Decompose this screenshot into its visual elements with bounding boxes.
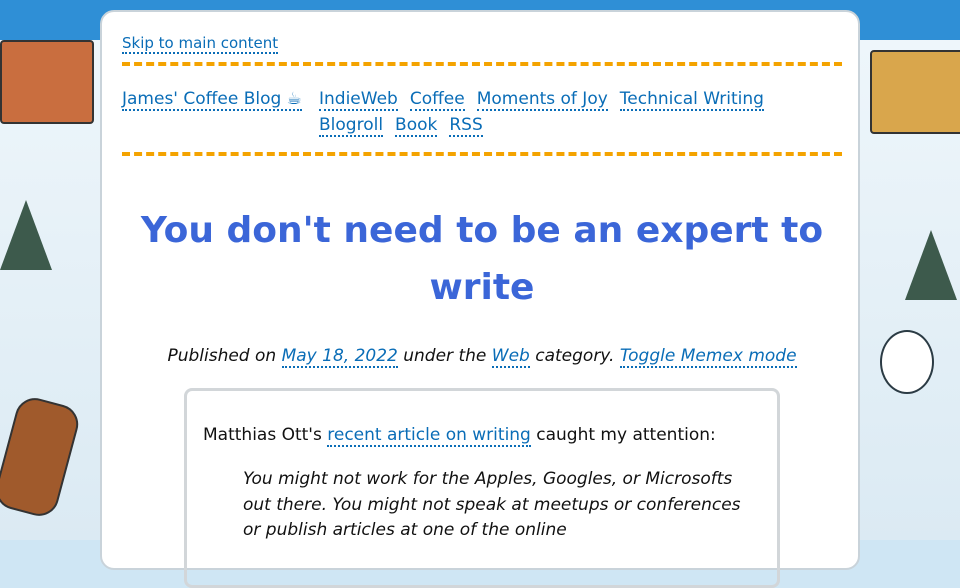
nav-rss[interactable]: RSS <box>449 115 483 137</box>
content-card: Skip to main content James' Coffee Blog … <box>100 10 862 588</box>
published-prefix: Published on <box>167 346 282 366</box>
post-title: You don't need to be an expert to write <box>140 210 824 308</box>
snowman <box>880 330 934 394</box>
nav-coffee[interactable]: Coffee <box>409 89 465 111</box>
nav-book[interactable]: Book <box>395 115 438 137</box>
post-meta: Published on May 18, 2022 under the Web … <box>102 346 862 368</box>
under-text: under the <box>397 346 492 366</box>
nav-moments-of-joy[interactable]: Moments of Joy <box>476 89 608 111</box>
article-link[interactable]: recent article on writing <box>327 425 531 447</box>
nav-indieweb[interactable]: IndieWeb <box>319 89 398 111</box>
category-suffix: category. <box>529 346 620 366</box>
intro-paragraph: Matthias Ott's recent article on writing… <box>203 425 716 447</box>
nav-technical-writing[interactable]: Technical Writing <box>619 89 764 111</box>
toggle-memex-link[interactable]: Toggle Memex mode <box>619 346 797 368</box>
left-building <box>0 40 94 124</box>
right-building <box>870 50 960 134</box>
main-nav: IndieWeb Coffee Moments of Joy Technical Wr… <box>319 86 819 138</box>
intro-rest: caught my attention: <box>530 425 716 445</box>
intro-author: Matthias Ott's <box>203 425 328 445</box>
site-title-wrap: James' Coffee Blog ☕ <box>122 86 302 112</box>
skip-to-content-link[interactable]: Skip to main content <box>122 34 279 54</box>
site-title-link[interactable]: James' Coffee Blog ☕ <box>122 89 302 111</box>
header-divider-top <box>122 62 842 66</box>
nav-blogroll[interactable]: Blogroll <box>319 115 384 137</box>
tree-right <box>905 230 957 300</box>
header-divider-bottom <box>122 152 842 156</box>
post-body: Matthias Ott's recent article on writing… <box>184 388 780 588</box>
category-link[interactable]: Web <box>491 346 530 368</box>
tree-left <box>0 200 52 270</box>
post-date-link[interactable]: May 18, 2022 <box>281 346 398 368</box>
quote-block: You might not work for the Apples, Googl… <box>243 469 741 540</box>
